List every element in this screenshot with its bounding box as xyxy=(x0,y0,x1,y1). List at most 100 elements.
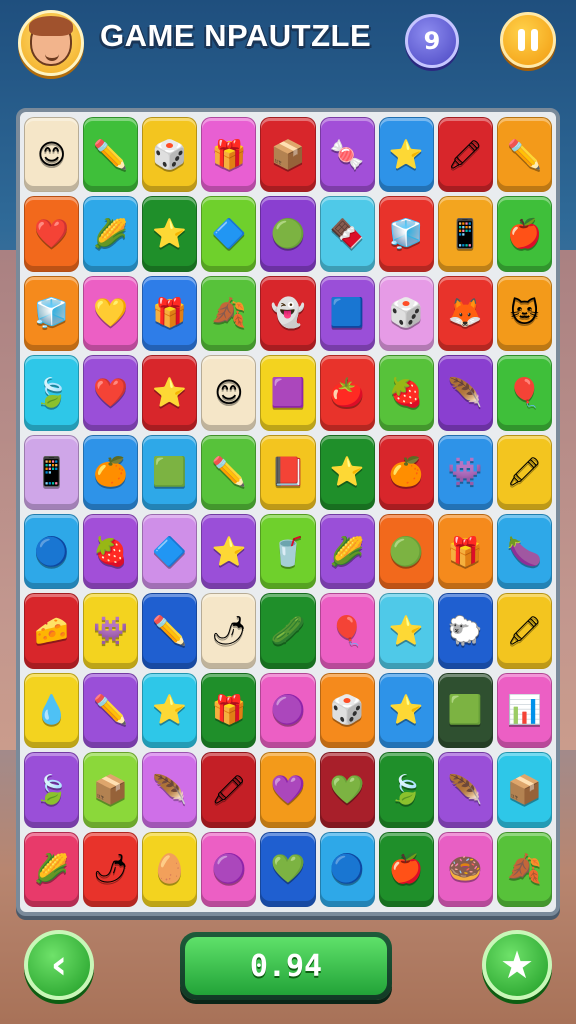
tile-crayon[interactable]: 🖍 xyxy=(201,752,257,828)
tile-book[interactable]: 📕 xyxy=(260,434,316,510)
tile-star[interactable]: ⭐ xyxy=(378,593,434,669)
balloon-icon: 🎈 xyxy=(329,614,365,648)
tile-corn[interactable]: 🌽 xyxy=(319,514,375,590)
tile-face[interactable]: 😊 xyxy=(201,355,257,431)
tile-monster[interactable]: 👾 xyxy=(83,593,139,669)
tile-crayon[interactable]: 🖍 xyxy=(496,434,552,510)
tile-cube[interactable]: 🟦 xyxy=(319,275,375,352)
back-button[interactable]: ‹ xyxy=(24,930,94,1000)
tile-feather[interactable]: 🪶 xyxy=(437,355,493,431)
tile-cube[interactable]: 🧊 xyxy=(24,275,80,352)
tile-pencil[interactable]: ✏️ xyxy=(83,117,139,193)
tile-block[interactable]: 🔷 xyxy=(142,514,198,590)
dice-icon: 🎲 xyxy=(329,693,365,727)
pause-button[interactable] xyxy=(500,12,556,68)
tile-ghost[interactable]: 👻 xyxy=(260,275,316,352)
tile-pencil[interactable]: ✏️ xyxy=(201,434,257,510)
tile-candy[interactable]: 🍬 xyxy=(319,117,375,193)
tile-pepper[interactable]: 🌶 xyxy=(201,593,257,669)
tile-gift-box[interactable]: 🎁 xyxy=(142,275,198,352)
tile-block[interactable]: 🔷 xyxy=(201,196,257,272)
tile-orange[interactable]: 🍊 xyxy=(378,434,434,510)
tile-gift-box[interactable]: 🎁 xyxy=(201,117,257,193)
tile-gift-box[interactable]: 🎁 xyxy=(437,514,493,590)
tile-leaf[interactable]: 🍂 xyxy=(201,275,257,352)
tile-ball[interactable]: 🟣 xyxy=(201,831,257,907)
heart-icon: ❤️ xyxy=(93,375,129,409)
tile-eggplant[interactable]: 🍆 xyxy=(496,514,552,590)
tile-tablet[interactable]: 📱 xyxy=(437,196,493,272)
leaf-icon: 🍂 xyxy=(506,852,542,886)
tile-egg[interactable]: 🥚 xyxy=(142,831,198,907)
tile-tablet[interactable]: 📱 xyxy=(24,434,80,510)
tile-gift-box[interactable]: 🎁 xyxy=(201,672,257,749)
tile-star[interactable]: ⭐ xyxy=(142,355,198,431)
tile-dice[interactable]: 🎲 xyxy=(378,275,434,352)
tile-strawberry[interactable]: 🍓 xyxy=(378,355,434,431)
tile-ball[interactable]: 🔵 xyxy=(24,514,80,590)
tile-heart[interactable]: 💜 xyxy=(260,752,316,828)
tile-fox[interactable]: 🦊 xyxy=(437,275,493,352)
tile-chocolate[interactable]: 🍫 xyxy=(319,196,375,272)
tile-pepper[interactable]: 🌶 xyxy=(83,831,139,907)
tile-heart[interactable]: ❤️ xyxy=(24,196,80,272)
tile-cup[interactable]: 🥤 xyxy=(260,514,316,590)
tile-star[interactable]: ⭐ xyxy=(378,117,434,193)
tile-drop[interactable]: 💧 xyxy=(24,672,80,749)
tile-pencil[interactable]: ✏️ xyxy=(496,117,552,193)
tile-star[interactable]: ⭐ xyxy=(201,514,257,590)
level-badge[interactable]: 9 xyxy=(405,14,459,68)
tile-heart[interactable]: ❤️ xyxy=(83,355,139,431)
tile-ball[interactable]: 🟣 xyxy=(260,672,316,749)
tile-cube[interactable]: 🧊 xyxy=(378,196,434,272)
tile-apple[interactable]: 🍎 xyxy=(496,196,552,272)
tile-star[interactable]: ⭐ xyxy=(319,434,375,510)
tile-balloon[interactable]: 🎈 xyxy=(319,593,375,669)
tile-cat[interactable]: 🐱 xyxy=(496,275,552,352)
avatar[interactable] xyxy=(18,10,84,76)
tile-heart[interactable]: 💚 xyxy=(260,831,316,907)
tile-corn[interactable]: 🌽 xyxy=(24,831,80,907)
tile-chart[interactable]: 📊 xyxy=(496,672,552,749)
star-button[interactable]: ★ xyxy=(482,930,552,1000)
tile-leaf[interactable]: 🍃 xyxy=(378,752,434,828)
tile-apple[interactable]: 🍎 xyxy=(378,831,434,907)
tile-heart[interactable]: 💛 xyxy=(83,275,139,352)
tile-box[interactable]: 📦 xyxy=(496,752,552,828)
pause-icon xyxy=(515,29,541,51)
tile-block[interactable]: 🟩 xyxy=(142,434,198,510)
tile-star[interactable]: ⭐ xyxy=(142,672,198,749)
tile-crayon[interactable]: 🖍 xyxy=(496,593,552,669)
tile-ball[interactable]: 🔵 xyxy=(319,831,375,907)
tile-star[interactable]: ⭐ xyxy=(142,196,198,272)
tile-cucumber[interactable]: 🥒 xyxy=(260,593,316,669)
tile-leaf[interactable]: 🍂 xyxy=(496,831,552,907)
tile-face[interactable]: 😊 xyxy=(24,117,80,193)
tile-leaf[interactable]: 🍃 xyxy=(24,752,80,828)
tile-orange[interactable]: 🍊 xyxy=(83,434,139,510)
tile-leaf[interactable]: 🍃 xyxy=(24,355,80,431)
tile-monster[interactable]: 👾 xyxy=(437,434,493,510)
tile-balloon[interactable]: 🎈 xyxy=(496,355,552,431)
tile-star[interactable]: ⭐ xyxy=(378,672,434,749)
tile-feather[interactable]: 🪶 xyxy=(437,752,493,828)
tile-heart[interactable]: 💚 xyxy=(319,752,375,828)
tile-pencil[interactable]: ✏️ xyxy=(142,593,198,669)
tile-crayon[interactable]: 🖍 xyxy=(437,117,493,193)
tile-slime[interactable]: 🟢 xyxy=(260,196,316,272)
tile-box[interactable]: 📦 xyxy=(83,752,139,828)
tile-block[interactable]: 🟪 xyxy=(260,355,316,431)
tile-strawberry[interactable]: 🍓 xyxy=(83,514,139,590)
tile-feather[interactable]: 🪶 xyxy=(142,752,198,828)
tile-slime[interactable]: 🟢 xyxy=(378,514,434,590)
tile-sheep[interactable]: 🐑 xyxy=(437,593,493,669)
tile-dice[interactable]: 🎲 xyxy=(142,117,198,193)
tile-wedge[interactable]: 🧀 xyxy=(24,593,80,669)
tile-pencil[interactable]: ✏️ xyxy=(83,672,139,749)
tile-block[interactable]: 🟩 xyxy=(437,672,493,749)
tile-corn[interactable]: 🌽 xyxy=(83,196,139,272)
tile-box[interactable]: 📦 xyxy=(260,117,316,193)
tile-dice[interactable]: 🎲 xyxy=(319,672,375,749)
tile-tomato[interactable]: 🍅 xyxy=(319,355,375,431)
tile-donut[interactable]: 🍩 xyxy=(437,831,493,907)
